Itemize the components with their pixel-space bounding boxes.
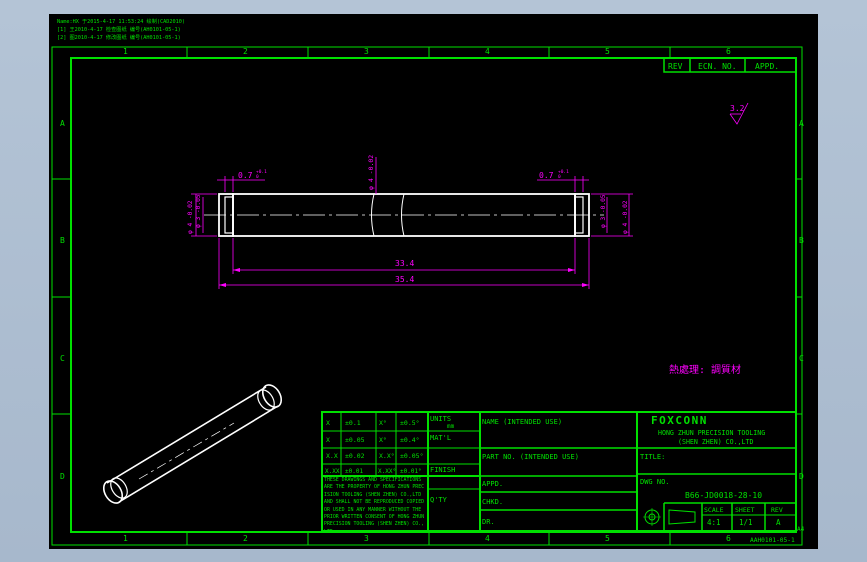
company-line2: (SHEN ZHEN) CO.,LTD — [678, 438, 753, 446]
property-notice: THESE DRAWINGS AND SPECIFICATIONS ARE TH… — [324, 477, 425, 531]
col-label-3-bottom: 3 — [364, 534, 369, 543]
title-block: FOXCONN HONG ZHUN PRECISION TOOLING (SHE… — [636, 411, 805, 533]
surface-finish-symbol: 3.2 — [729, 102, 749, 125]
col-label-5: 5 — [605, 47, 610, 56]
header-note-2: [1] 王2010-4-17 检查图纸 编号(AH0101-05-1) — [57, 25, 181, 33]
tol-r3-c3: X.X° — [379, 452, 395, 460]
ecn-header: ECN. NO. — [698, 62, 737, 71]
rev-label: REV — [771, 506, 783, 514]
header-note-3: [2] 图2010-4-17 修改图纸 编号(AH0101-05-1) — [57, 33, 181, 41]
pin-front-view — [204, 193, 604, 237]
header-note-1: Name:HX 于2015-4-17 11:53:24 绘制(CAD2010) — [57, 17, 185, 25]
tol-r1-c2: ±0.1 — [345, 419, 361, 427]
row-labels-left: A B C D — [60, 119, 65, 481]
company-logo: FOXCONN — [651, 414, 708, 427]
col-label-6-bottom: 6 — [726, 534, 731, 543]
row-label-d: D — [60, 472, 65, 481]
tol-r2-c1: X — [326, 436, 330, 444]
tol-r3-c4: ±0.05° — [400, 452, 423, 460]
appd-label: APPD. — [482, 480, 503, 488]
col-label-6: 6 — [726, 47, 731, 56]
scale-value: 4:1 — [707, 518, 721, 527]
dim-length-overall: 35.4 — [395, 275, 414, 284]
dim-left-dia-outer: φ 4 -0.02 — [187, 200, 194, 234]
col-label-4-bottom: 4 — [485, 534, 490, 543]
chkd-label: CHKD. — [482, 498, 503, 506]
dim-right-dia-outer: φ 4 -0.02 — [622, 200, 629, 234]
appd-header: APPD. — [755, 62, 779, 71]
tol-r4-c3: X.XX° — [378, 468, 396, 475]
tol-r4-c1: X.XX — [325, 468, 340, 475]
drawing-sheet: Name:HX 于2015-4-17 11:53:24 绘制(CAD2010) … — [49, 14, 818, 549]
dim-top-dia: φ 4 -0.02 — [367, 155, 375, 190]
column-labels-top: 1 2 3 4 5 6 — [123, 47, 731, 56]
col-label-2-bottom: 2 — [243, 534, 248, 543]
tol-r1-c1: X — [326, 419, 330, 427]
dim-chamfer-left: 0.7 — [238, 171, 253, 180]
finish-label: FINISH — [430, 466, 455, 474]
tol-r4-c4: ±0.01° — [400, 468, 422, 475]
pin-isometric-view — [102, 384, 283, 504]
dimensions: 0.7 +0.1 0 0.7 +0.1 0 φ 4 -0.02 φ 4 -0.02 … — [187, 155, 633, 289]
part-info-block: NAME (INTENDED USE) PART NO. (INTENDED U… — [479, 411, 638, 532]
drawing-canvas: Name:HX 于2015-4-17 11:53:24 绘制(CAD2010) … — [51, 17, 805, 546]
dim-chamfer-right-tol: +0.1 0 — [558, 169, 569, 180]
col-label-1: 1 — [123, 47, 128, 56]
dim-chamfer-right: 0.7 — [539, 171, 554, 180]
units-label: UNITS — [430, 415, 451, 423]
row-label-b: B — [60, 236, 65, 245]
dwg-no-label: DWG NO. — [640, 478, 670, 486]
row-label-a: A — [60, 119, 65, 128]
tol-r1-c4: ±0.5° — [400, 419, 420, 427]
row-label-d-right: D — [799, 472, 804, 481]
tol-r2-c2: ±0.05 — [345, 436, 365, 444]
inner-border — [70, 57, 797, 533]
dim-right-dia-inner: φ 3 -0.05 — [600, 194, 607, 228]
sheet-value: 1/1 — [739, 518, 753, 527]
col-label-5-bottom: 5 — [605, 534, 610, 543]
sheet-label: SHEET — [735, 506, 755, 514]
row-label-c: C — [60, 354, 65, 363]
title-label: TITLE: — [640, 453, 665, 461]
rev-value: A — [776, 518, 781, 527]
tol-r2-c3: X° — [379, 436, 387, 444]
units-value: mm — [447, 423, 455, 430]
company-line1: HONG ZHUN PRECISION TOOLING — [658, 429, 765, 437]
col-label-2: 2 — [243, 47, 248, 56]
tol-r4-c2: ±0.01 — [345, 468, 363, 475]
qty-label: Q'TY — [430, 496, 448, 504]
tol-r1-c3: X° — [379, 419, 387, 427]
tol-r2-c4: ±0.4° — [400, 436, 420, 444]
heat-treatment-note: 熱處理: 調質材 — [669, 363, 741, 376]
rev-header: REV — [668, 62, 683, 71]
col-label-3: 3 — [364, 47, 369, 56]
column-labels-bottom: 1 2 3 4 5 6 — [123, 534, 731, 543]
revision-table: REV ECN. NO. APPD. — [663, 57, 797, 73]
dim-left-dia-inner: φ 3 -0.05 — [195, 194, 202, 228]
row-label-b-right: B — [799, 236, 804, 245]
col-label-4: 4 — [485, 47, 490, 56]
dwg-no-value: B66-JD0018-28-10 — [685, 491, 762, 500]
projection-symbol-icon — [643, 508, 696, 526]
col-label-1-bottom: 1 — [123, 534, 128, 543]
doc-code: AAH0101-05-1 — [750, 537, 795, 544]
row-label-a-right: A — [799, 119, 804, 128]
dim-length-inner: 33.4 — [395, 259, 414, 268]
tol-r3-c2: ±0.02 — [345, 452, 365, 460]
surface-finish-value: 3.2 — [730, 104, 745, 113]
row-label-c-right: C — [799, 354, 804, 363]
dr-label: DR. — [482, 518, 495, 526]
dim-chamfer-left-tol: +0.1 0 — [256, 169, 267, 180]
tolerance-table: X ±0.1 X° ±0.5° X ±0.05 X° ±0.4° X.X ±0.… — [321, 411, 481, 532]
scale-label: SCALE — [704, 506, 724, 514]
partno-label: PART NO. (INTENDED USE) — [482, 453, 579, 461]
sheet-size: A4 — [797, 526, 805, 533]
tol-r3-c1: X.X — [326, 452, 338, 460]
name-label: NAME (INTENDED USE) — [482, 418, 562, 426]
matl-label: MAT'L — [430, 434, 451, 442]
